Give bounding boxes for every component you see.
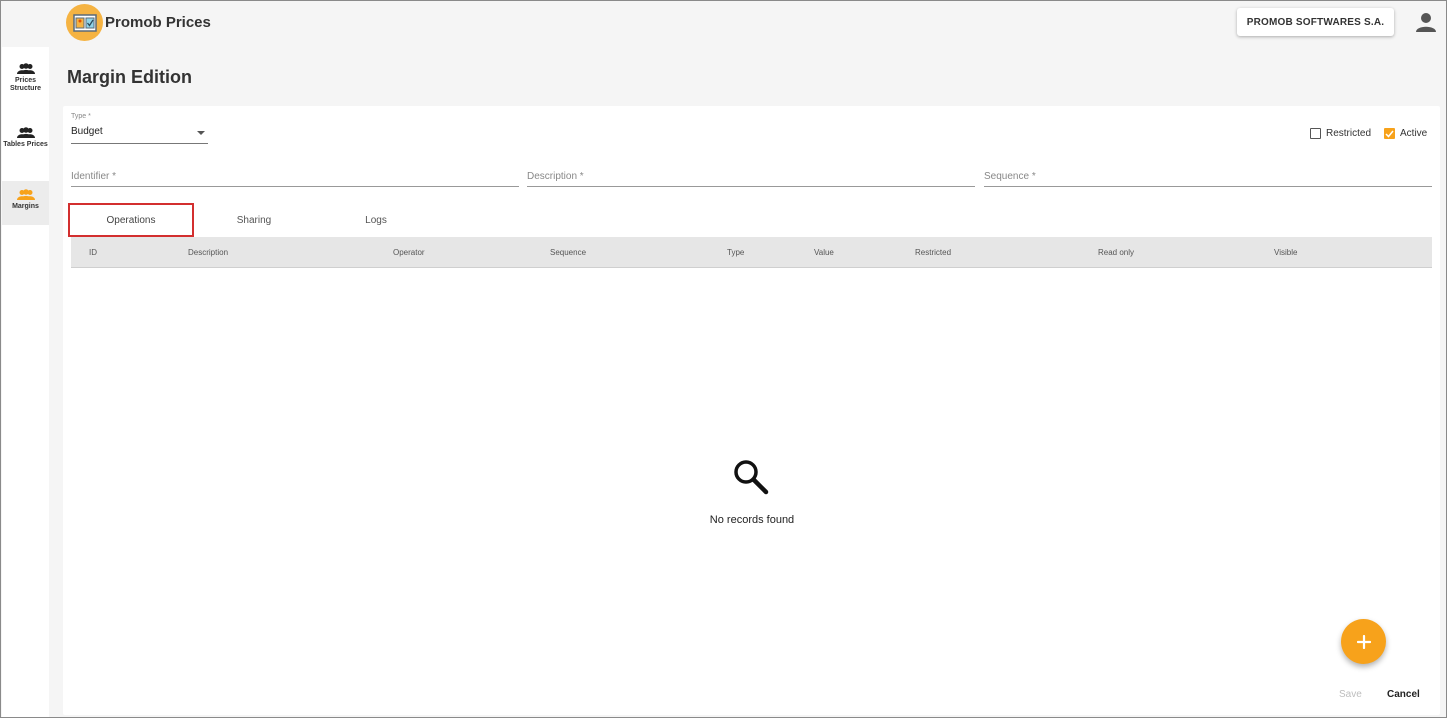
sidebar-item-tables-prices[interactable]: Tables Prices — [2, 125, 49, 167]
description-input[interactable] — [527, 166, 975, 187]
app-logo-icon — [66, 4, 103, 41]
save-button[interactable]: Save — [1339, 689, 1362, 700]
column-header-description[interactable]: Description — [188, 248, 228, 257]
sequence-input[interactable] — [984, 166, 1432, 187]
sidebar-item-label: Margins — [12, 203, 39, 210]
column-header-read-only[interactable]: Read only — [1098, 248, 1134, 257]
user-account-icon[interactable] — [1415, 11, 1437, 38]
restricted-checkbox-box[interactable] — [1310, 128, 1321, 139]
sidebar-item-label: Prices Structure — [9, 77, 42, 92]
company-selector-button[interactable]: PROMOB SOFTWARES S.A. — [1237, 8, 1394, 36]
users-group-icon — [16, 63, 35, 75]
cancel-button[interactable]: Cancel — [1387, 689, 1420, 700]
restricted-label: Restricted — [1326, 128, 1372, 139]
sidebar-item-margins[interactable]: Margins — [2, 181, 49, 225]
sequence-field[interactable] — [984, 166, 1432, 187]
column-header-sequence[interactable]: Sequence — [550, 248, 586, 257]
column-header-type[interactable]: Type — [727, 248, 744, 257]
chevron-down-icon — [197, 131, 205, 135]
users-group-icon — [16, 127, 35, 139]
active-label: Active — [1400, 128, 1428, 139]
column-header-operator[interactable]: Operator — [393, 248, 425, 257]
empty-state-message: No records found — [709, 514, 795, 526]
column-header-value[interactable]: Value — [814, 248, 834, 257]
margin-edition-card: Type * Budget Restricted Active Identifi… — [63, 106, 1440, 715]
column-header-restricted[interactable]: Restricted — [915, 248, 951, 257]
tab-sharing[interactable]: Sharing — [193, 203, 315, 237]
identifier-field[interactable] — [71, 166, 519, 187]
users-group-icon — [16, 189, 35, 201]
active-checkbox-box[interactable] — [1384, 128, 1395, 139]
plus-icon — [1356, 634, 1371, 649]
add-operation-button[interactable] — [1341, 619, 1386, 664]
type-label: Type * — [71, 113, 91, 120]
sidebar-item-prices-structure[interactable]: Prices Structure — [2, 61, 49, 103]
identifier-input[interactable] — [71, 166, 519, 187]
column-header-visible[interactable]: Visible — [1274, 248, 1297, 257]
type-select[interactable]: Budget — [71, 124, 208, 144]
restricted-checkbox[interactable]: Restricted — [1310, 128, 1371, 139]
top-bar: Promob Prices PROMOB SOFTWARES S.A. — [49, 1, 1446, 43]
check-icon — [1385, 130, 1394, 138]
sidebar: Prices Structure Tables Prices Margins — [2, 47, 49, 717]
app-title: Promob Prices — [105, 14, 211, 31]
active-checkbox[interactable]: Active — [1384, 128, 1427, 139]
search-icon — [732, 458, 770, 501]
type-select-value: Budget — [71, 126, 103, 137]
tab-logs[interactable]: Logs — [315, 203, 437, 237]
description-field[interactable] — [527, 166, 975, 187]
operations-table-header: ID Description Operator Sequence Type Va… — [71, 237, 1432, 268]
column-header-id[interactable]: ID — [89, 248, 97, 257]
app-window: Promob Prices PROMOB SOFTWARES S.A. Pric… — [0, 0, 1447, 718]
sidebar-item-label: Tables Prices — [3, 141, 48, 148]
page-title: Margin Edition — [67, 67, 192, 87]
tab-operations[interactable]: Operations — [68, 203, 194, 237]
